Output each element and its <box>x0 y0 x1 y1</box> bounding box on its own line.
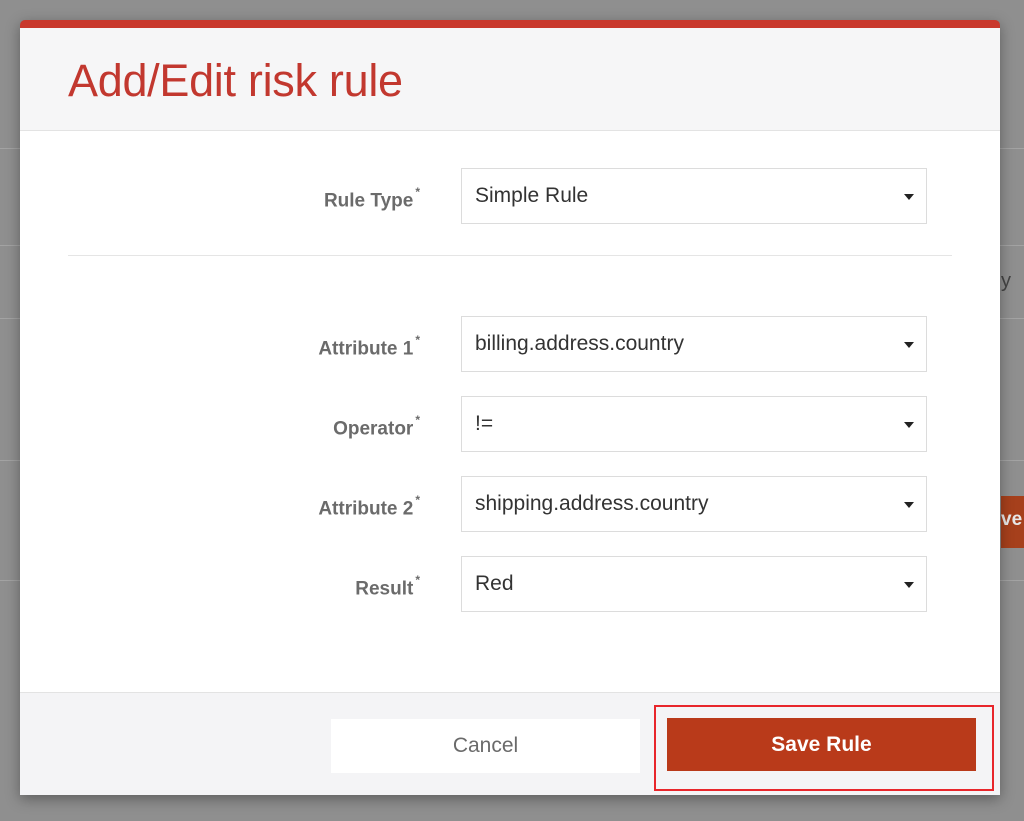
chevron-down-icon <box>904 422 914 428</box>
attribute-2-value: shipping.address.country <box>475 492 709 515</box>
field-label-rule-type: Rule Type * <box>323 185 420 212</box>
operator-select[interactable]: != <box>461 396 927 452</box>
modal-title: Add/Edit risk rule <box>68 55 403 106</box>
field-row-attribute-1: Attribute 1 * billing.address.country <box>20 316 1000 372</box>
chevron-down-icon <box>904 502 914 508</box>
risk-rule-modal: Add/Edit risk rule Rule Type * Simple Rul… <box>20 20 1000 795</box>
required-marker: * <box>415 333 420 347</box>
rule-type-value: Simple Rule <box>475 184 589 207</box>
field-label-attribute-2: Attribute 2 * <box>318 493 420 520</box>
section-divider <box>68 255 952 256</box>
field-label-result: Result * <box>355 573 420 600</box>
chevron-down-icon <box>904 194 914 200</box>
modal-header: Add/Edit risk rule <box>20 28 1000 131</box>
chevron-down-icon <box>904 582 914 588</box>
rule-type-select[interactable]: Simple Rule <box>461 168 927 224</box>
required-marker: * <box>415 493 420 507</box>
field-label-operator: Operator * <box>333 413 420 440</box>
field-row-rule-type: Rule Type * Simple Rule <box>20 168 1000 224</box>
field-row-attribute-2: Attribute 2 * shipping.address.country <box>20 476 1000 532</box>
save-rule-button[interactable]: Save Rule <box>667 718 976 771</box>
required-marker: * <box>415 413 420 427</box>
field-label-attribute-1: Attribute 1 * <box>318 333 420 360</box>
cancel-button[interactable]: Cancel <box>331 719 640 773</box>
required-marker: * <box>415 573 420 587</box>
attribute-1-select[interactable]: billing.address.country <box>461 316 927 372</box>
operator-value: != <box>475 412 494 435</box>
modal-footer: Cancel Save Rule <box>20 692 1000 795</box>
required-marker: * <box>415 185 420 199</box>
result-value: Red <box>475 572 514 595</box>
modal-body: Rule Type * Simple Rule Attribute 1 * bill… <box>20 131 1000 691</box>
chevron-down-icon <box>904 342 914 348</box>
background-partial-text: y <box>1001 270 1011 292</box>
attribute-2-select[interactable]: shipping.address.country <box>461 476 927 532</box>
field-row-operator: Operator * != <box>20 396 1000 452</box>
attribute-1-value: billing.address.country <box>475 332 684 355</box>
result-select[interactable]: Red <box>461 556 927 612</box>
field-row-result: Result * Red <box>20 556 1000 612</box>
background-partial-button: ve <box>1001 496 1024 548</box>
